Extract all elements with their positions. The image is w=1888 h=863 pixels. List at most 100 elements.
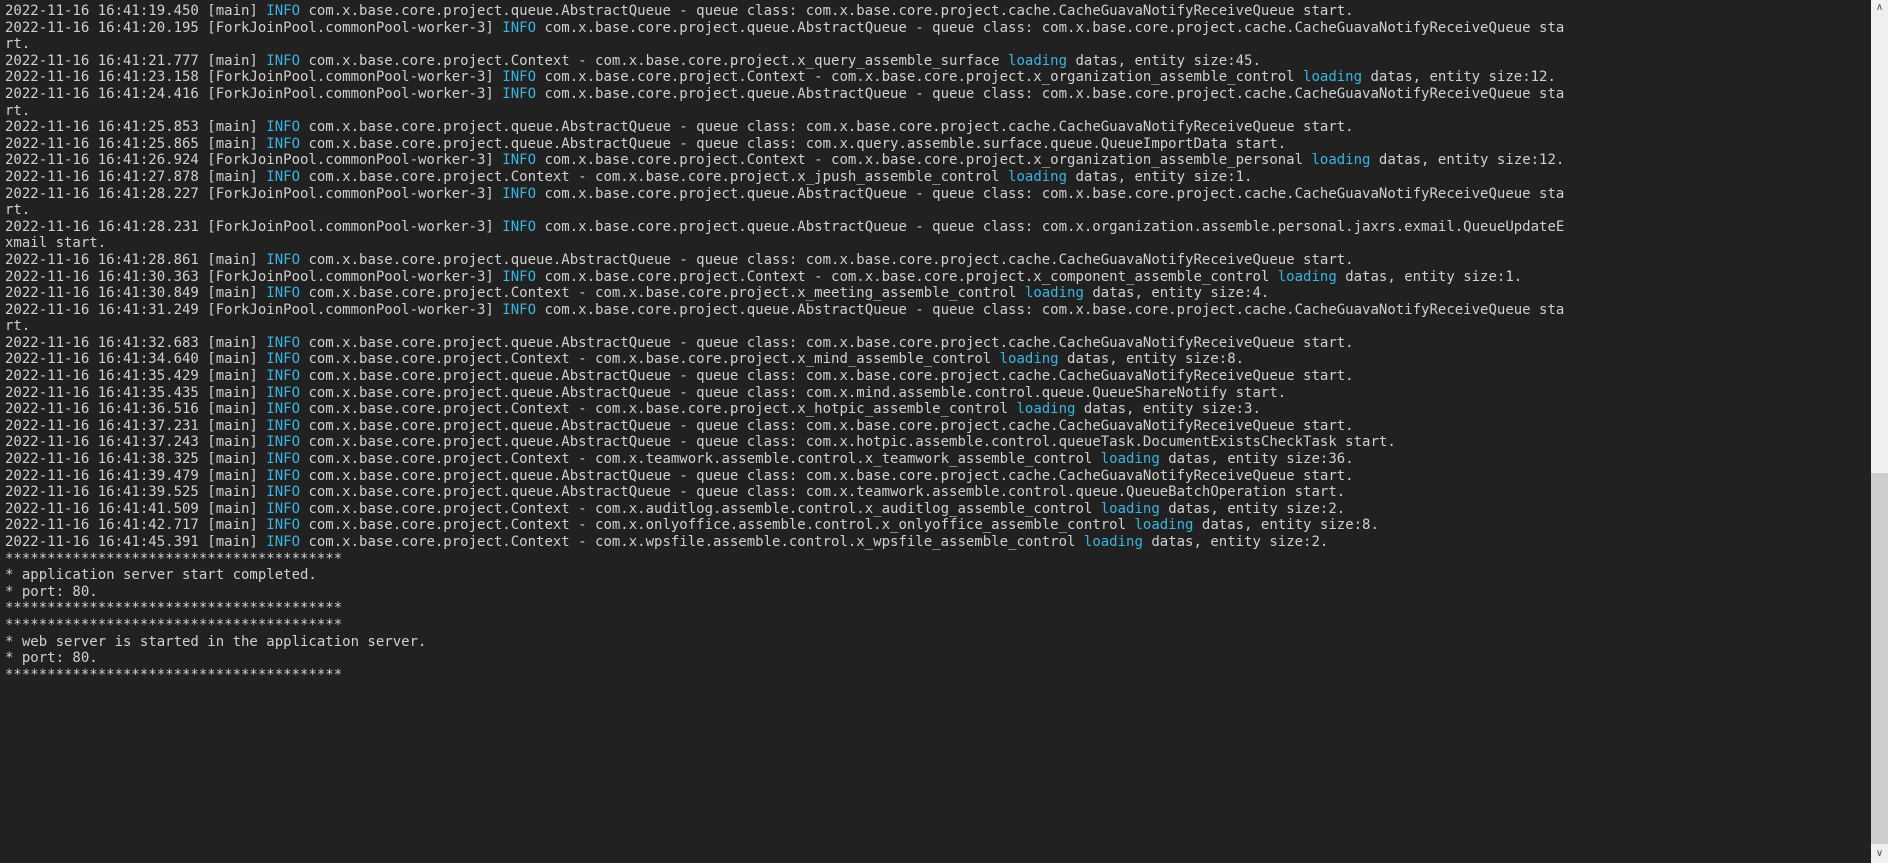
log-row: **************************************** [5, 551, 1871, 568]
log-text: 2022-11-16 16:41:45.391 [main] [5, 534, 267, 550]
log-highlight-text: INFO [266, 285, 301, 302]
log-row: 2022-11-16 16:41:28.861 [main] INFO com.… [5, 252, 1871, 269]
log-row: 2022-11-16 16:41:38.325 [main] INFO com.… [5, 451, 1871, 468]
log-row: 2022-11-16 16:41:28.231 [ForkJoinPool.co… [5, 219, 1871, 236]
log-text: com.x.base.core.project.Context - com.x.… [300, 401, 1017, 418]
scrollbar-track[interactable] [1871, 17, 1888, 846]
log-highlight-text: loading [1303, 69, 1363, 86]
log-text: 2022-11-16 16:41:39.479 [main] [5, 467, 267, 484]
log-row: 2022-11-16 16:41:30.849 [main] INFO com.… [5, 285, 1871, 302]
log-row: 2022-11-16 16:41:35.435 [main] INFO com.… [5, 385, 1871, 402]
log-text: com.x.base.core.project.queue.AbstractQu… [300, 484, 1346, 501]
log-row: 2022-11-16 16:41:25.865 [main] INFO com.… [5, 136, 1871, 153]
log-row: 2022-11-16 16:41:45.391 [main] INFO com.… [5, 534, 1871, 551]
console-window: 2022-11-16 16:41:19.450 [main] INFO com.… [0, 0, 1888, 863]
log-text: 2022-11-16 16:41:35.429 [main] [5, 368, 267, 385]
log-text: com.x.base.core.project.queue.AbstractQu… [300, 417, 1354, 434]
scrollbar-thumb[interactable] [1871, 472, 1888, 844]
log-row: 2022-11-16 16:41:20.195 [ForkJoinPool.co… [5, 20, 1871, 37]
log-highlight-text: INFO [502, 85, 537, 102]
log-highlight-text: INFO [266, 52, 301, 69]
log-text: rt. [5, 102, 31, 119]
log-text: * application server start completed. [5, 567, 317, 584]
log-row: 2022-11-16 16:41:27.878 [main] INFO com.… [5, 169, 1871, 186]
log-text: com.x.base.core.project.queue.AbstractQu… [300, 467, 1354, 484]
log-text: datas, entity size:45. [1067, 52, 1261, 69]
log-text: **************************************** [5, 666, 343, 683]
log-highlight-text: INFO [266, 534, 301, 550]
log-row: rt. [5, 36, 1871, 53]
log-text: datas, entity size:8. [1058, 351, 1245, 368]
log-text: 2022-11-16 16:41:25.865 [main] [5, 135, 267, 152]
log-text: 2022-11-16 16:41:23.158 [ForkJoinPool.co… [5, 69, 503, 86]
log-text: 2022-11-16 16:41:26.924 [ForkJoinPool.co… [5, 152, 503, 169]
log-text: com.x.base.core.project.Context - com.x.… [536, 69, 1304, 86]
log-text: datas, entity size:1. [1336, 268, 1523, 285]
log-row: 2022-11-16 16:41:28.227 [ForkJoinPool.co… [5, 186, 1871, 203]
log-text: * port: 80. [5, 583, 98, 600]
log-highlight-text: loading [999, 351, 1059, 368]
log-highlight-text: INFO [266, 351, 301, 368]
log-row: 2022-11-16 16:41:39.479 [main] INFO com.… [5, 468, 1871, 485]
log-text: com.x.base.core.project.queue.AbstractQu… [536, 301, 1565, 318]
log-row: xmail start. [5, 235, 1871, 252]
log-row: 2022-11-16 16:41:24.416 [ForkJoinPool.co… [5, 86, 1871, 103]
log-text: datas, entity size:2. [1142, 534, 1329, 550]
log-row: * port: 80. [5, 650, 1871, 667]
log-row: 2022-11-16 16:41:25.853 [main] INFO com.… [5, 119, 1871, 136]
log-highlight-text: INFO [266, 500, 301, 517]
log-highlight-text: loading [1083, 534, 1143, 550]
log-highlight-text: INFO [502, 301, 537, 318]
log-text: 2022-11-16 16:41:21.777 [main] [5, 52, 267, 69]
log-row: 2022-11-16 16:41:23.158 [ForkJoinPool.co… [5, 69, 1871, 86]
log-row: **************************************** [5, 600, 1871, 617]
log-text: 2022-11-16 16:41:32.683 [main] [5, 334, 267, 351]
log-highlight-text: INFO [266, 251, 301, 268]
log-row: 2022-11-16 16:41:42.717 [main] INFO com.… [5, 517, 1871, 534]
scroll-down-icon[interactable]: ∨ [1871, 846, 1888, 863]
log-highlight-text: INFO [266, 401, 301, 418]
log-text: 2022-11-16 16:41:37.231 [main] [5, 417, 267, 434]
log-text: 2022-11-16 16:41:42.717 [main] [5, 517, 267, 534]
log-text: 2022-11-16 16:41:38.325 [main] [5, 451, 267, 468]
log-text: com.x.base.core.project.queue.AbstractQu… [536, 218, 1565, 235]
log-text: **************************************** [5, 550, 343, 567]
log-highlight-text: INFO [266, 135, 301, 152]
log-row: **************************************** [5, 617, 1871, 634]
log-row: 2022-11-16 16:41:19.450 [main] INFO com.… [5, 3, 1871, 20]
log-highlight-text: INFO [266, 334, 301, 351]
vertical-scrollbar[interactable]: ∧ ∨ [1871, 0, 1888, 863]
log-highlight-text: INFO [266, 417, 301, 434]
log-row: 2022-11-16 16:41:30.363 [ForkJoinPool.co… [5, 269, 1871, 286]
log-highlight-text: INFO [502, 152, 537, 169]
log-text: datas, entity size:1. [1067, 168, 1253, 185]
terminal-output: 2022-11-16 16:41:19.450 [main] INFO com.… [0, 0, 1871, 863]
log-highlight-text: INFO [502, 268, 537, 285]
log-text: rt. [5, 36, 31, 53]
log-text: com.x.base.core.project.Context - com.x.… [536, 152, 1312, 169]
log-text: 2022-11-16 16:41:27.878 [main] [5, 168, 267, 185]
log-text: com.x.base.core.project.queue.AbstractQu… [300, 3, 1354, 19]
log-text: 2022-11-16 16:41:20.195 [ForkJoinPool.co… [5, 19, 503, 36]
log-highlight-text: INFO [266, 451, 301, 468]
log-text: com.x.base.core.project.Context - com.x.… [536, 268, 1278, 285]
log-highlight-text: loading [1134, 517, 1194, 534]
log-highlight-text: INFO [502, 69, 537, 86]
log-highlight-text: INFO [502, 218, 537, 235]
log-text: rt. [5, 202, 31, 219]
log-highlight-text: loading [1100, 500, 1160, 517]
log-highlight-text: loading [1024, 285, 1084, 302]
scroll-up-icon[interactable]: ∧ [1871, 0, 1888, 17]
log-text: com.x.base.core.project.Context - com.x.… [300, 52, 1009, 69]
log-highlight-text: loading [1100, 451, 1160, 468]
log-text: 2022-11-16 16:41:25.853 [main] [5, 119, 267, 136]
log-row: 2022-11-16 16:41:34.640 [main] INFO com.… [5, 351, 1871, 368]
log-row: * application server start completed. [5, 567, 1871, 584]
log-row: rt. [5, 103, 1871, 120]
log-highlight-text: INFO [266, 484, 301, 501]
log-text: 2022-11-16 16:41:28.231 [ForkJoinPool.co… [5, 218, 503, 235]
log-text: com.x.base.core.project.queue.AbstractQu… [300, 119, 1354, 136]
log-highlight-text: loading [1277, 268, 1337, 285]
log-row: **************************************** [5, 667, 1871, 684]
log-text: 2022-11-16 16:41:19.450 [main] [5, 3, 267, 19]
